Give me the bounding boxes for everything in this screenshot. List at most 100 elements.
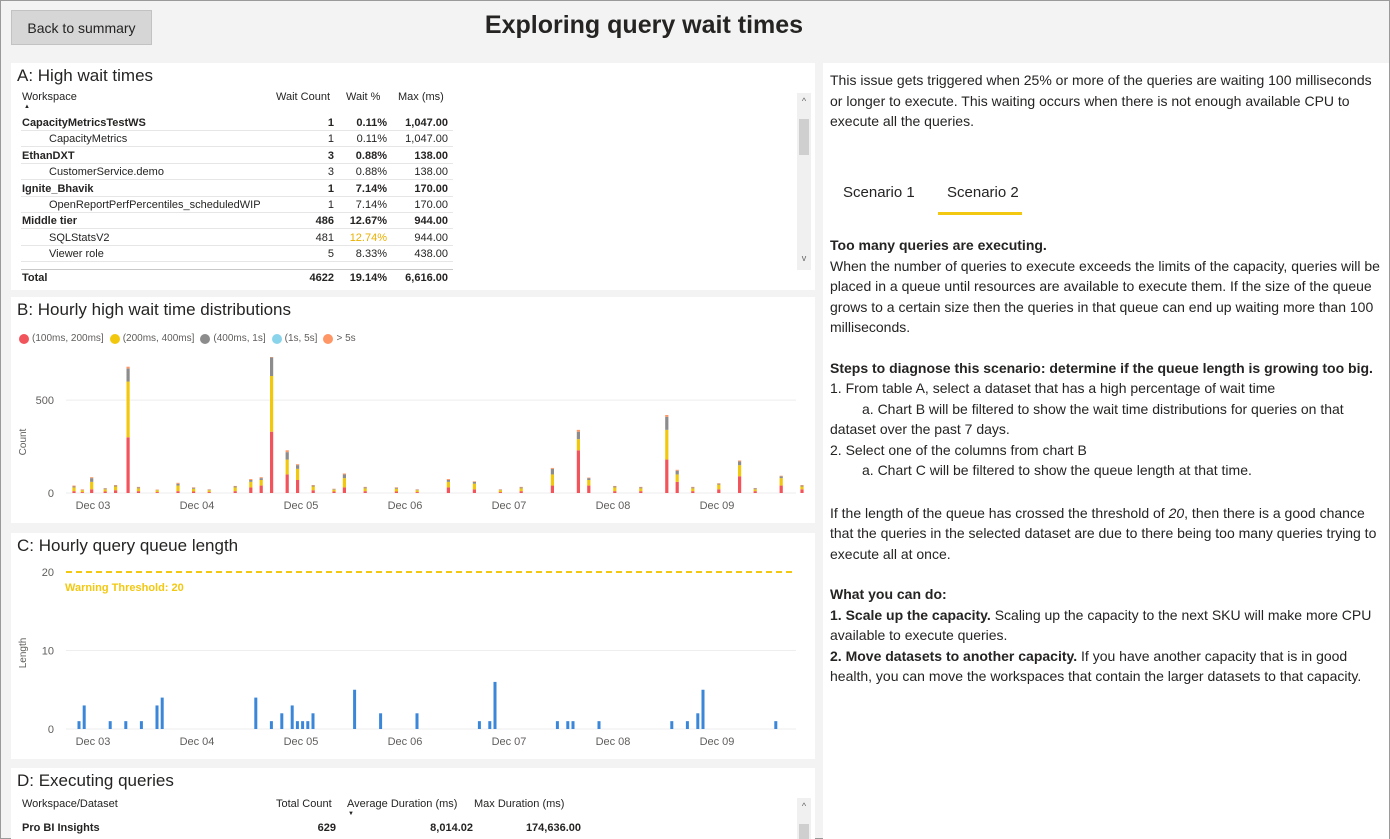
- stacked-bar[interactable]: [155, 489, 159, 493]
- stacked-bar[interactable]: [753, 487, 757, 493]
- stacked-bar[interactable]: [249, 479, 253, 493]
- queue-bar[interactable]: [488, 721, 492, 729]
- table-row[interactable]: CapacityMetrics 1 0.11% 1,047.00: [21, 131, 453, 148]
- scroll-up-icon[interactable]: ^: [797, 801, 811, 811]
- queue-bar[interactable]: [254, 697, 258, 729]
- scroll-thumb[interactable]: [799, 119, 809, 155]
- stacked-bar[interactable]: [717, 483, 721, 493]
- queue-bar[interactable]: [353, 689, 357, 729]
- stacked-bar[interactable]: [691, 486, 695, 493]
- table-row[interactable]: Pro BI Insights 629 8,014.02 174,636.00: [21, 820, 581, 836]
- stacked-bar[interactable]: [80, 489, 84, 493]
- table-d-scrollbar[interactable]: ^: [797, 798, 811, 839]
- scroll-thumb[interactable]: [799, 824, 809, 839]
- queue-bar[interactable]: [77, 721, 81, 729]
- table-row[interactable]: CapacityMetricsTestWS 1 0.11% 1,047.00: [21, 115, 453, 131]
- queue-bar[interactable]: [477, 721, 481, 729]
- stacked-bar[interactable]: [472, 481, 476, 493]
- queue-bar[interactable]: [670, 721, 674, 729]
- stacked-bar[interactable]: [342, 473, 346, 494]
- stacked-bar[interactable]: [176, 482, 180, 493]
- queue-bar[interactable]: [108, 721, 112, 729]
- scroll-up-icon[interactable]: ^: [797, 96, 811, 106]
- stacked-bar[interactable]: [519, 486, 523, 493]
- queue-bar[interactable]: [415, 713, 419, 729]
- queue-bar[interactable]: [597, 721, 601, 729]
- column-header-total-count[interactable]: Total Count: [276, 798, 332, 810]
- stacked-bar[interactable]: [800, 485, 804, 493]
- queue-bar[interactable]: [139, 721, 143, 729]
- stacked-bar[interactable]: [114, 485, 118, 493]
- table-row[interactable]: Viewer role 5 8.33% 438.00: [21, 246, 453, 263]
- stacked-bar[interactable]: [779, 475, 783, 493]
- stacked-bar[interactable]: [296, 464, 300, 493]
- queue-bar[interactable]: [155, 705, 159, 729]
- stacked-bar[interactable]: [587, 477, 591, 493]
- queue-bar[interactable]: [269, 721, 273, 729]
- column-header-max-ms[interactable]: Max (ms): [398, 91, 444, 103]
- stacked-bar[interactable]: [665, 415, 669, 493]
- back-to-summary-button[interactable]: Back to summary: [11, 10, 152, 45]
- stacked-bar[interactable]: [415, 489, 419, 493]
- queue-bar[interactable]: [696, 713, 700, 729]
- stacked-bar[interactable]: [613, 485, 617, 493]
- stacked-bar[interactable]: [363, 486, 367, 493]
- queue-bar[interactable]: [306, 721, 310, 729]
- queue-bar[interactable]: [160, 697, 164, 729]
- legend-item[interactable]: (400ms, 1s]: [200, 333, 266, 344]
- table-row[interactable]: CustomerService.demo 3 0.88% 138.00: [21, 164, 453, 181]
- stacked-bar[interactable]: [259, 477, 263, 493]
- queue-bar[interactable]: [311, 713, 315, 729]
- queue-bar[interactable]: [493, 681, 497, 729]
- stacked-bar[interactable]: [136, 486, 141, 493]
- queue-bar[interactable]: [774, 721, 778, 729]
- legend-item[interactable]: > 5s: [323, 333, 356, 344]
- stacked-bar[interactable]: [192, 487, 196, 493]
- column-header-avg-duration[interactable]: Average Duration (ms): [347, 798, 457, 810]
- stacked-bar[interactable]: [550, 467, 554, 493]
- queue-bar[interactable]: [124, 721, 128, 729]
- stacked-bar[interactable]: [332, 488, 336, 493]
- stacked-bar[interactable]: [446, 479, 450, 493]
- stacked-bar[interactable]: [738, 460, 742, 494]
- legend-item[interactable]: (100ms, 200ms]: [19, 333, 104, 344]
- queue-bar[interactable]: [555, 721, 559, 729]
- stacked-bar[interactable]: [207, 489, 211, 493]
- table-row[interactable]: OpenReportPerfPercentiles_scheduledWIP 1 7…: [21, 197, 453, 213]
- stacked-bar[interactable]: [90, 477, 94, 493]
- queue-bar[interactable]: [379, 713, 383, 729]
- column-header-wait-count[interactable]: Wait Count: [276, 91, 330, 103]
- stacked-bar[interactable]: [285, 450, 289, 493]
- column-header-workspace[interactable]: Workspace: [22, 91, 77, 103]
- chart-c-svg[interactable]: Length 20 10 0 Warning Threshold: 20 Dec 03 De…: [11, 561, 815, 759]
- scroll-down-icon[interactable]: v: [797, 253, 811, 263]
- tab-scenario-1[interactable]: Scenario 1: [843, 184, 915, 201]
- table-row[interactable]: SQLStatsV2 481 12.74% 944.00: [21, 230, 453, 246]
- column-header-workspace-dataset[interactable]: Workspace/Dataset: [22, 798, 118, 810]
- stacked-bar[interactable]: [103, 488, 107, 493]
- queue-bar[interactable]: [685, 721, 689, 729]
- stacked-bar[interactable]: [270, 357, 274, 493]
- chart-b-svg[interactable]: Count 500 0 Dec 03 Dec 04 Dec 05 Dec 06 Dec 07 D…: [11, 357, 815, 523]
- stacked-bar[interactable]: [233, 485, 237, 493]
- stacked-bar[interactable]: [72, 485, 76, 493]
- tab-scenario-2[interactable]: Scenario 2: [947, 184, 1019, 201]
- column-header-wait-pct[interactable]: Wait %: [346, 91, 380, 103]
- stacked-bar[interactable]: [675, 469, 679, 493]
- legend-item[interactable]: (200ms, 400ms]: [109, 333, 194, 344]
- queue-bar[interactable]: [290, 705, 294, 729]
- queue-bar[interactable]: [571, 721, 575, 729]
- queue-bar[interactable]: [82, 705, 86, 729]
- table-a-scrollbar[interactable]: ^ v: [797, 93, 811, 270]
- stacked-bar[interactable]: [498, 489, 502, 493]
- table-row[interactable]: Middle tier 486 12.67% 944.00: [21, 213, 453, 230]
- legend-item[interactable]: (1s, 5s]: [271, 333, 317, 344]
- stacked-bar[interactable]: [126, 366, 130, 493]
- queue-bar[interactable]: [280, 713, 284, 729]
- queue-bar[interactable]: [295, 721, 299, 729]
- table-row[interactable]: EthanDXT 3 0.88% 138.00: [21, 148, 453, 164]
- queue-bar[interactable]: [301, 721, 305, 729]
- stacked-bar[interactable]: [576, 429, 580, 493]
- column-header-max-duration[interactable]: Max Duration (ms): [474, 798, 564, 810]
- queue-bar[interactable]: [566, 721, 570, 729]
